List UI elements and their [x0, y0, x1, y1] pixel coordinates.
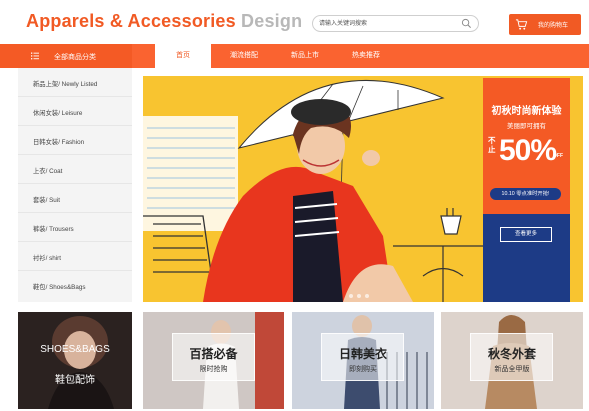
header: Apparels & Accessories Design 我的购物车: [0, 0, 589, 44]
sidebar-item-shoes-bags[interactable]: 鞋包/ Shoes&Bags: [18, 271, 132, 300]
tile-shoes-bags-photo: [18, 312, 132, 409]
category-sidebar: 新品上架/ Newly Listed 休闲女装/ Leisure 日韩女装/ F…: [18, 68, 132, 302]
tile-autumn-coats[interactable]: 秋冬外套 新品全甲版: [441, 312, 583, 409]
cart-button[interactable]: 我的购物车: [509, 14, 581, 35]
tile-title: 百搭必备: [189, 347, 238, 361]
tile-versatile[interactable]: 百搭必备 限时抢购: [143, 312, 284, 409]
sidebar-item-label: 日韩女装/ Fashion: [33, 139, 85, 146]
view-more-button[interactable]: 查看更多: [500, 227, 552, 242]
cart-icon: [515, 19, 528, 30]
all-categories-button[interactable]: 全部商品分类: [0, 44, 132, 68]
promo-discount: 50%: [499, 134, 557, 167]
logo-text-primary: Apparels & Accessories: [26, 11, 236, 31]
hero-banner[interactable]: 初秋时尚新体验 美丽即可拥有 不止 50% OFF 10.10 零点准时开抢! …: [143, 76, 583, 302]
logo-text-secondary: Design: [241, 11, 303, 31]
tile-korean-style[interactable]: 日韩美衣 即刻购买: [292, 312, 434, 409]
sidebar-item-fashion[interactable]: 日韩女装/ Fashion: [18, 126, 132, 155]
menu-icon: [31, 52, 39, 60]
nav-item-home[interactable]: 首页: [155, 44, 211, 68]
search-input[interactable]: [319, 16, 459, 31]
sidebar-item-shirt[interactable]: 衬衫/ shirt: [18, 242, 132, 271]
sidebar-item-coat[interactable]: 上衣/ Coat: [18, 155, 132, 184]
sidebar-item-newly-listed[interactable]: 新品上架/ Newly Listed: [18, 68, 132, 97]
carousel-dot[interactable]: [365, 294, 369, 298]
sidebar-item-trousers[interactable]: 裤装/ Trousers: [18, 213, 132, 242]
site-logo[interactable]: Apparels & Accessories Design: [26, 11, 302, 32]
sidebar-item-label: 衬衫/ shirt: [33, 255, 61, 262]
search-box: [312, 15, 479, 32]
carousel-dot[interactable]: [357, 294, 361, 298]
tile-title: 秋冬外套: [487, 347, 536, 361]
all-categories-label: 全部商品分类: [54, 54, 96, 61]
sidebar-item-leisure[interactable]: 休闲女装/ Leisure: [18, 97, 132, 126]
tile-subtitle: 鞋包配饰: [55, 375, 95, 386]
nav-item-hot-sales[interactable]: 热卖推荐: [338, 44, 394, 68]
cart-label: 我的购物车: [538, 23, 569, 29]
sidebar-item-label: 套装/ Suit: [33, 197, 60, 204]
sidebar-item-label: 裤装/ Trousers: [33, 226, 74, 233]
tile-subtitle: 新品全甲版: [494, 366, 530, 373]
sidebar-item-label: 上衣/ Coat: [33, 168, 63, 175]
tile-subtitle: 限时抢购: [199, 366, 228, 373]
nav-item-new-arrivals[interactable]: 新品上市: [277, 44, 333, 68]
sidebar-item-label: 休闲女装/ Leisure: [33, 110, 83, 117]
promo-date-tag: 10.10 零点准时开抢!: [490, 188, 561, 200]
nav-item-trends[interactable]: 潮流搭配: [216, 44, 272, 68]
main-nav: 全部商品分类 首页 潮流搭配 新品上市 热卖推荐: [0, 44, 589, 68]
search-icon[interactable]: [461, 18, 472, 29]
promo-panel: 初秋时尚新体验 美丽即可拥有 不止 50% OFF 10.10 零点准时开抢! …: [483, 78, 570, 302]
promo-panel-top: 初秋时尚新体验 美丽即可拥有 不止 50% OFF 10.10 零点准时开抢!: [483, 78, 570, 214]
carousel-dot[interactable]: [349, 294, 353, 298]
tile-shoes-bags[interactable]: SHOES&BAGS 鞋包配饰: [18, 312, 132, 409]
tile-title: 日韩美衣: [338, 347, 387, 361]
promo-off-label: OFF: [553, 153, 563, 159]
promo-subtitle: 美丽即可拥有: [507, 123, 546, 130]
sidebar-item-label: 鞋包/ Shoes&Bags: [33, 284, 86, 291]
sidebar-item-suit[interactable]: 套装/ Suit: [18, 184, 132, 213]
sidebar-item-label: 新品上架/ Newly Listed: [33, 81, 98, 88]
promo-title: 初秋时尚新体验: [491, 106, 562, 117]
tile-subtitle: 即刻购买: [349, 366, 377, 373]
tile-title: SHOES&BAGS: [40, 344, 110, 355]
promo-side-text: 不止: [488, 136, 496, 154]
